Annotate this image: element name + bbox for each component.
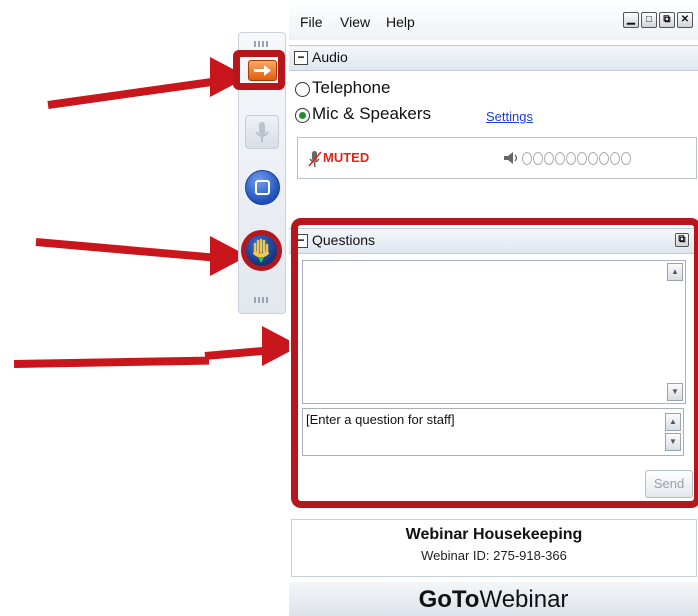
menu-help[interactable]: Help bbox=[386, 14, 415, 30]
microphone-icon bbox=[308, 151, 322, 167]
close-button[interactable]: ✕ bbox=[677, 12, 693, 28]
audio-title: Audio bbox=[312, 49, 348, 65]
audio-status-box: MUTED bbox=[297, 137, 697, 179]
microphone-button[interactable] bbox=[245, 115, 279, 149]
telephone-label[interactable]: Telephone bbox=[312, 78, 390, 98]
webinar-id: Webinar ID: 275-918-366 bbox=[421, 548, 567, 563]
audio-header[interactable]: − Audio bbox=[289, 45, 698, 71]
muted-label: MUTED bbox=[323, 150, 370, 165]
gotowebinar-logo: GoToWebinar bbox=[419, 586, 569, 614]
settings-link[interactable]: Settings bbox=[486, 109, 533, 124]
menu-view[interactable]: View bbox=[340, 14, 370, 30]
mic-speakers-label[interactable]: Mic & Speakers bbox=[312, 104, 431, 124]
collapse-audio-icon[interactable]: − bbox=[294, 51, 308, 65]
volume-meter bbox=[522, 152, 631, 165]
speaker-icon bbox=[504, 152, 518, 164]
show-hide-panel-button[interactable] bbox=[248, 60, 277, 81]
webinar-title: Webinar Housekeeping bbox=[405, 526, 583, 543]
square-icon bbox=[255, 180, 270, 195]
menu-file[interactable]: File bbox=[300, 14, 323, 30]
webinar-info: Webinar Housekeeping Webinar ID: 275-918… bbox=[291, 519, 697, 577]
toolbar-grip-bottom[interactable] bbox=[254, 297, 270, 303]
minimize-button[interactable]: ▁ bbox=[623, 12, 639, 28]
questions-highlight bbox=[291, 218, 698, 508]
screen-button[interactable] bbox=[245, 170, 280, 205]
logo-bold: GoTo bbox=[418, 586, 480, 613]
restore-button[interactable]: ⧉ bbox=[659, 12, 675, 28]
toolbar-grip-top[interactable] bbox=[254, 41, 270, 47]
control-panel: File View Help ▁ □ ⧉ ✕ − Audio Telephone… bbox=[289, 0, 698, 616]
raised-hand-icon bbox=[252, 238, 270, 263]
logo-regular: Webinar bbox=[479, 586, 569, 613]
control-toolbar bbox=[233, 32, 286, 314]
arrow-right-icon bbox=[254, 65, 271, 76]
menu-bar: File View Help ▁ □ ⧉ ✕ bbox=[289, 0, 698, 40]
microphone-icon bbox=[255, 122, 269, 142]
brand-bar: GoToWebinar bbox=[289, 582, 698, 616]
maximize-button[interactable]: □ bbox=[641, 12, 657, 28]
mic-speakers-radio[interactable] bbox=[295, 108, 310, 123]
telephone-radio[interactable] bbox=[295, 82, 310, 97]
raise-hand-button[interactable] bbox=[241, 230, 282, 271]
